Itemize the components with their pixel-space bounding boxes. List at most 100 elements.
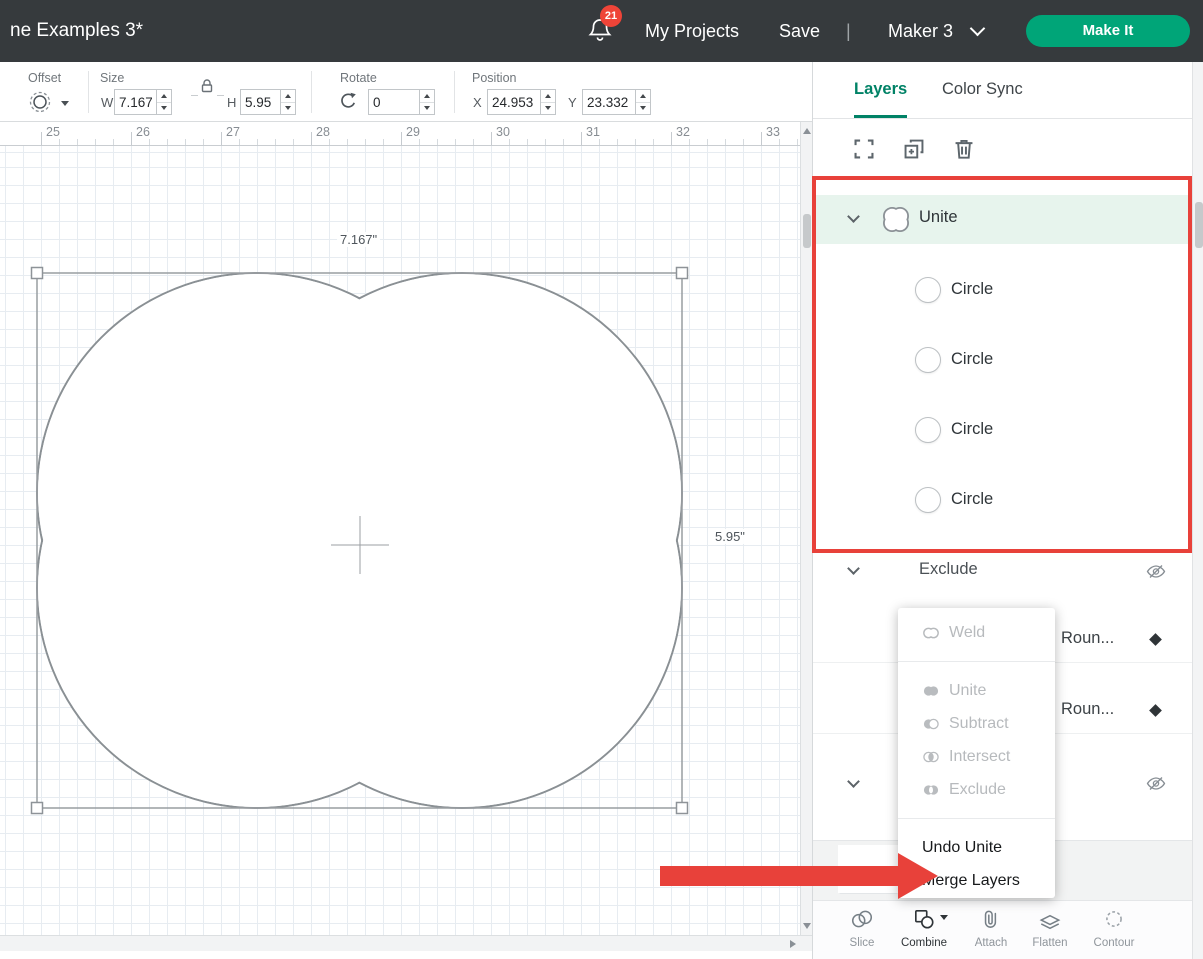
layer-label: Circle [951, 350, 993, 369]
menu-item-merge-layers[interactable]: Merge Layers [898, 864, 1055, 897]
app-root: ne Examples 3* 21 My Projects Save | Mak… [0, 0, 1203, 959]
chevron-down-icon[interactable] [847, 775, 860, 788]
height-stepper [280, 90, 295, 114]
menu-item-unite[interactable]: Unite [898, 674, 1055, 707]
layer-label: Roun... [1061, 700, 1114, 719]
layer-row-circle[interactable]: Circle [813, 465, 1192, 535]
toolbar-divider [88, 71, 89, 113]
ruler-number: 31 [586, 125, 600, 139]
layer-row-exclude[interactable]: Exclude [813, 549, 1192, 594]
x-stepper-up[interactable] [541, 90, 555, 103]
ruler-number: 29 [406, 125, 420, 139]
my-projects-link[interactable]: My Projects [645, 0, 739, 62]
scroll-up-arrow[interactable] [803, 128, 811, 134]
flatten-button[interactable]: Flatten [1025, 907, 1075, 949]
offset-button[interactable] [28, 90, 69, 119]
combine-label: Combine [894, 937, 954, 949]
combine-icon [912, 907, 936, 931]
offset-section-label: Offset [28, 71, 61, 85]
y-stepper [635, 90, 650, 114]
save-link[interactable]: Save [779, 0, 820, 62]
canvas-horizontal-scrollbar[interactable] [0, 935, 812, 951]
make-it-button[interactable]: Make It [1026, 15, 1190, 47]
layer-row-unite[interactable]: Unite [813, 195, 1192, 244]
height-input-group [240, 89, 296, 115]
layer-label: Circle [951, 280, 993, 299]
menu-item-subtract[interactable]: Subtract [898, 707, 1055, 740]
eye-slash-icon[interactable] [1146, 564, 1166, 579]
canvas-vscroll-thumb[interactable] [803, 214, 811, 248]
circle-shape-icon [915, 347, 941, 373]
width-stepper-down[interactable] [157, 103, 171, 115]
menu-item-intersect[interactable]: Intersect [898, 740, 1055, 773]
y-stepper-down[interactable] [636, 103, 650, 115]
subtract-icon [922, 716, 940, 732]
attach-icon [979, 907, 1003, 931]
trash-icon[interactable] [951, 136, 977, 162]
panel-footer-toolbar: Slice Combine Attach [813, 900, 1192, 959]
diamond-swatch[interactable] [1149, 633, 1162, 646]
panel-scrollbar[interactable] [1192, 62, 1203, 959]
attach-button[interactable]: Attach [966, 907, 1016, 949]
canvas-vertical-scrollbar[interactable] [800, 122, 812, 935]
size-section-label: Size [100, 71, 124, 85]
layer-label: Exclude [919, 560, 978, 579]
circle-shape-icon [915, 487, 941, 513]
width-input-group [114, 89, 172, 115]
height-field-label: H [227, 95, 236, 110]
combine-button[interactable]: Combine [894, 907, 954, 949]
nav-divider: | [846, 0, 851, 62]
slice-button[interactable]: Slice [842, 907, 882, 949]
width-input[interactable] [115, 90, 156, 114]
scroll-down-arrow[interactable] [803, 923, 811, 929]
menu-extension [838, 845, 898, 893]
toolbar-divider [454, 71, 455, 113]
layer-label: Unite [919, 208, 958, 227]
layer-row-circle[interactable]: Circle [813, 255, 1192, 325]
offset-icon [28, 90, 52, 114]
machine-selector[interactable]: Maker 3 [888, 0, 983, 62]
flatten-icon [1038, 907, 1062, 931]
duplicate-icon[interactable] [901, 136, 927, 162]
rotate-icon[interactable] [338, 91, 358, 111]
eye-slash-icon[interactable] [1146, 776, 1166, 791]
weld-icon [922, 625, 940, 641]
select-all-icon[interactable] [851, 136, 877, 162]
y-stepper-up[interactable] [636, 90, 650, 103]
x-stepper-down[interactable] [541, 103, 555, 115]
contour-button[interactable]: Contour [1089, 907, 1139, 949]
menu-item-weld[interactable]: Weld [898, 617, 1055, 649]
lock-icon[interactable] [199, 78, 215, 93]
y-position-input[interactable] [583, 90, 635, 114]
menu-item-exclude[interactable]: Exclude [898, 773, 1055, 806]
chevron-down-icon[interactable] [847, 562, 860, 575]
height-input[interactable] [241, 90, 280, 114]
notification-badge[interactable]: 21 [600, 5, 622, 27]
lock-bracket-left [191, 95, 198, 96]
width-stepper-up[interactable] [157, 90, 171, 103]
rotate-stepper-up[interactable] [420, 90, 434, 103]
tab-layers[interactable]: Layers [854, 62, 907, 118]
tab-color-sync[interactable]: Color Sync [942, 62, 1023, 118]
unite-icon [922, 683, 940, 699]
ruler-number: 27 [226, 125, 240, 139]
x-position-input[interactable] [488, 90, 540, 114]
height-stepper-up[interactable] [281, 90, 295, 103]
y-field-label: Y [568, 95, 577, 110]
contour-icon [1102, 907, 1126, 931]
chevron-down-icon[interactable] [847, 210, 860, 223]
menu-item-label: Exclude [949, 781, 1006, 799]
rotate-input[interactable] [369, 90, 419, 114]
height-stepper-down[interactable] [281, 103, 295, 115]
selection-width-label: 7.167" [337, 232, 380, 247]
scroll-right-arrow[interactable] [790, 940, 796, 948]
unite-shape-icon [879, 205, 913, 235]
rotate-stepper-down[interactable] [420, 103, 434, 115]
layer-row-circle[interactable]: Circle [813, 395, 1192, 465]
menu-item-undo-unite[interactable]: Undo Unite [898, 831, 1055, 864]
panel-scroll-thumb[interactable] [1195, 202, 1203, 248]
canvas-grid[interactable] [0, 146, 800, 935]
menu-divider [898, 818, 1055, 819]
diamond-swatch[interactable] [1149, 704, 1162, 717]
layer-row-circle[interactable]: Circle [813, 325, 1192, 395]
